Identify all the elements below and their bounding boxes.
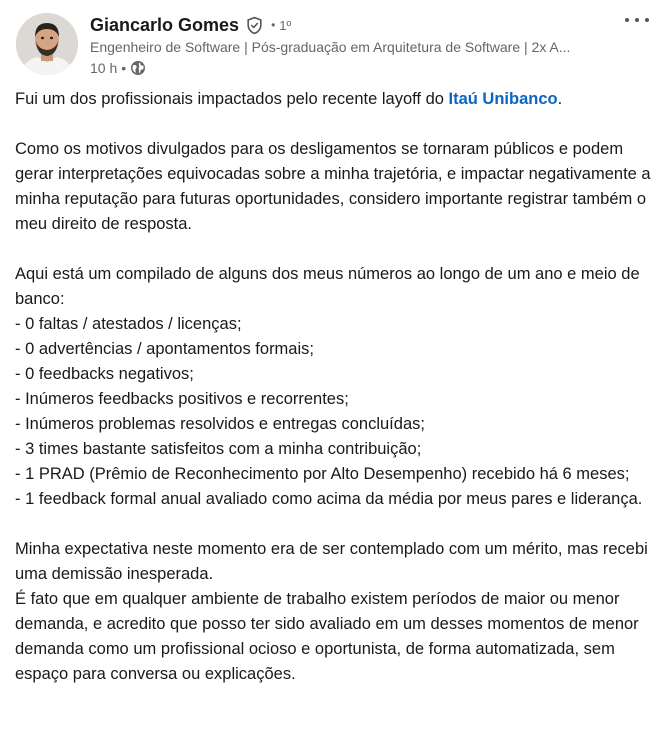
list-item: - Inúmeros problemas resolvidos e entreg…	[15, 415, 425, 433]
post-body: Fui um dos profissionais impactados pelo…	[15, 87, 655, 687]
list-item: - 1 PRAD (Prêmio de Reconhecimento por A…	[15, 465, 630, 483]
list-item: - 1 feedback formal anual avaliado como …	[15, 490, 643, 508]
globe-icon	[130, 60, 146, 76]
more-options-icon[interactable]	[625, 10, 649, 30]
avatar-photo	[16, 13, 78, 75]
author-headline[interactable]: Engenheiro de Software | Pós-graduação e…	[90, 38, 608, 57]
feed-post: Giancarlo Gomes • 1º Engenheiro de Softw…	[0, 0, 667, 750]
post-header: Giancarlo Gomes • 1º Engenheiro de Softw…	[90, 12, 610, 78]
company-mention-link[interactable]: Itaú Unibanco	[449, 90, 558, 108]
post-paragraph: É fato que em qualquer ambiente de traba…	[15, 590, 639, 683]
post-meta: 10 h •	[90, 58, 610, 78]
post-paragraph: Minha expectativa neste momento era de s…	[15, 540, 648, 583]
meta-separator: •	[121, 60, 127, 76]
post-time: 10 h	[90, 60, 118, 76]
author-avatar[interactable]	[16, 13, 78, 75]
author-name[interactable]: Giancarlo Gomes	[90, 15, 239, 36]
verified-shield-icon	[245, 16, 264, 35]
list-item: - 0 feedbacks negativos;	[15, 365, 194, 383]
list-item: - Inúmeros feedbacks positivos e recorre…	[15, 390, 349, 408]
connection-degree: 1º	[279, 17, 292, 33]
list-item: - 3 times bastante satisfeitos com a min…	[15, 440, 422, 458]
post-paragraph: Aqui está um compilado de alguns dos meu…	[15, 265, 640, 308]
post-paragraph: Como os motivos divulgados para os desli…	[15, 140, 651, 233]
separator-dot: •	[271, 18, 276, 32]
author-name-row: Giancarlo Gomes • 1º	[90, 12, 610, 38]
post-paragraph: Fui um dos profissionais impactados pelo…	[15, 90, 563, 108]
list-item: - 0 advertências / apontamentos formais;	[15, 340, 314, 358]
list-item: - 0 faltas / atestados / licenças;	[15, 315, 242, 333]
